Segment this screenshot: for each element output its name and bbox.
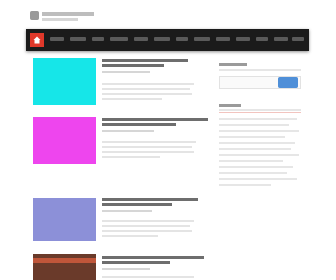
post-meta-placeholder <box>102 71 150 73</box>
post-thumbnail[interactable] <box>33 58 96 105</box>
post-excerpt-placeholder <box>102 88 190 90</box>
main-navbar <box>26 29 309 51</box>
home-icon <box>33 36 41 44</box>
widget-list-item[interactable] <box>219 160 283 162</box>
widget-list-item[interactable] <box>219 154 299 156</box>
post-meta-placeholder <box>102 130 154 132</box>
post-excerpt-placeholder <box>102 98 162 100</box>
nav-item[interactable] <box>92 37 104 41</box>
widget-list-item[interactable] <box>219 184 271 186</box>
site-logo[interactable] <box>30 10 94 24</box>
post-title-placeholder[interactable] <box>102 59 188 62</box>
nav-item[interactable] <box>292 37 304 41</box>
post-thumbnail[interactable] <box>33 117 96 164</box>
post-excerpt-placeholder <box>102 156 160 158</box>
post-excerpt-placeholder <box>102 151 194 153</box>
post-excerpt-placeholder <box>102 220 194 222</box>
post-title-placeholder[interactable] <box>102 198 198 201</box>
widget-divider <box>219 69 301 71</box>
widget-title-placeholder <box>219 104 241 107</box>
widget-list-item[interactable] <box>219 178 297 180</box>
post-excerpt-placeholder <box>102 230 192 232</box>
post-excerpt-placeholder <box>102 93 192 95</box>
post-title-placeholder[interactable] <box>102 118 208 121</box>
post-title-placeholder[interactable] <box>102 123 176 126</box>
post-title-placeholder[interactable] <box>102 261 170 264</box>
post-excerpt-placeholder <box>102 141 196 143</box>
nav-item[interactable] <box>176 37 188 41</box>
widget-list-item[interactable] <box>219 136 285 138</box>
post-meta-placeholder <box>102 210 152 212</box>
search-button[interactable] <box>278 77 298 88</box>
nav-item[interactable] <box>70 37 86 41</box>
nav-item[interactable] <box>50 37 64 41</box>
widget-divider <box>219 109 301 111</box>
site-logo-icon <box>30 11 39 20</box>
post-title-placeholder[interactable] <box>102 203 172 206</box>
widget-list-item[interactable] <box>219 148 291 150</box>
post-title-placeholder[interactable] <box>102 64 164 67</box>
nav-home-button[interactable] <box>30 33 44 47</box>
site-tagline-placeholder <box>42 18 78 21</box>
nav-item[interactable] <box>154 37 170 41</box>
widget-list-item[interactable] <box>219 166 293 168</box>
widget-tab-accent <box>219 112 301 113</box>
nav-item[interactable] <box>274 37 288 41</box>
post-excerpt-placeholder <box>102 225 190 227</box>
post-excerpt-placeholder <box>102 276 194 278</box>
widget-list-item[interactable] <box>219 124 289 126</box>
post-excerpt-placeholder <box>102 235 158 237</box>
nav-item[interactable] <box>194 37 210 41</box>
nav-item[interactable] <box>236 37 250 41</box>
nav-item[interactable] <box>216 37 230 41</box>
nav-item[interactable] <box>134 37 148 41</box>
post-thumbnail-detail <box>33 258 96 263</box>
widget-list-item[interactable] <box>219 130 299 132</box>
site-title-placeholder <box>42 12 94 16</box>
nav-item[interactable] <box>110 37 128 41</box>
post-excerpt-placeholder <box>102 146 192 148</box>
post-excerpt-placeholder <box>102 83 194 85</box>
nav-item[interactable] <box>256 37 268 41</box>
widget-list-item[interactable] <box>219 118 297 120</box>
widget-list-item[interactable] <box>219 142 295 144</box>
widget-list-item[interactable] <box>219 172 287 174</box>
post-thumbnail[interactable] <box>33 198 96 241</box>
post-meta-placeholder <box>102 268 150 270</box>
widget-title-placeholder <box>219 63 247 66</box>
post-title-placeholder[interactable] <box>102 256 204 259</box>
